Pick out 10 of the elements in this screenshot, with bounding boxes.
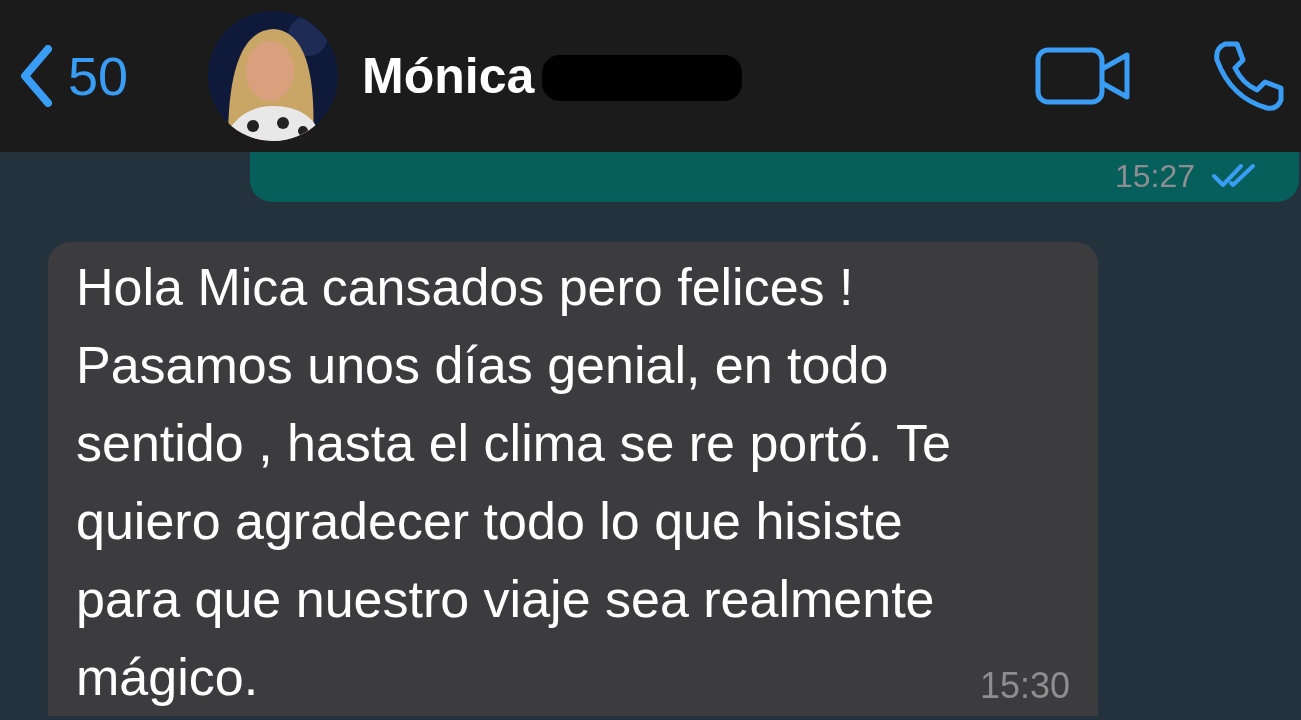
message-time: 15:30 bbox=[979, 664, 1070, 708]
back-button[interactable]: 50 bbox=[20, 35, 129, 117]
video-call-button[interactable] bbox=[1035, 47, 1131, 105]
phone-icon bbox=[1211, 40, 1285, 112]
message-text: Hola Mica cansados pero felices ! Pasamos unos días genial, en todo sentido , hasta el clima se re portó. Te quiero agradecer todo lo que hisiste para que nuestro viaje sea realmente mágico. bbox=[76, 257, 952, 708]
back-icon bbox=[20, 45, 52, 107]
voice-call-button[interactable] bbox=[1211, 40, 1285, 112]
message-time: 15:27 bbox=[1114, 157, 1195, 196]
contact-name: Mónica bbox=[362, 46, 535, 106]
video-camera-icon bbox=[1035, 47, 1131, 105]
